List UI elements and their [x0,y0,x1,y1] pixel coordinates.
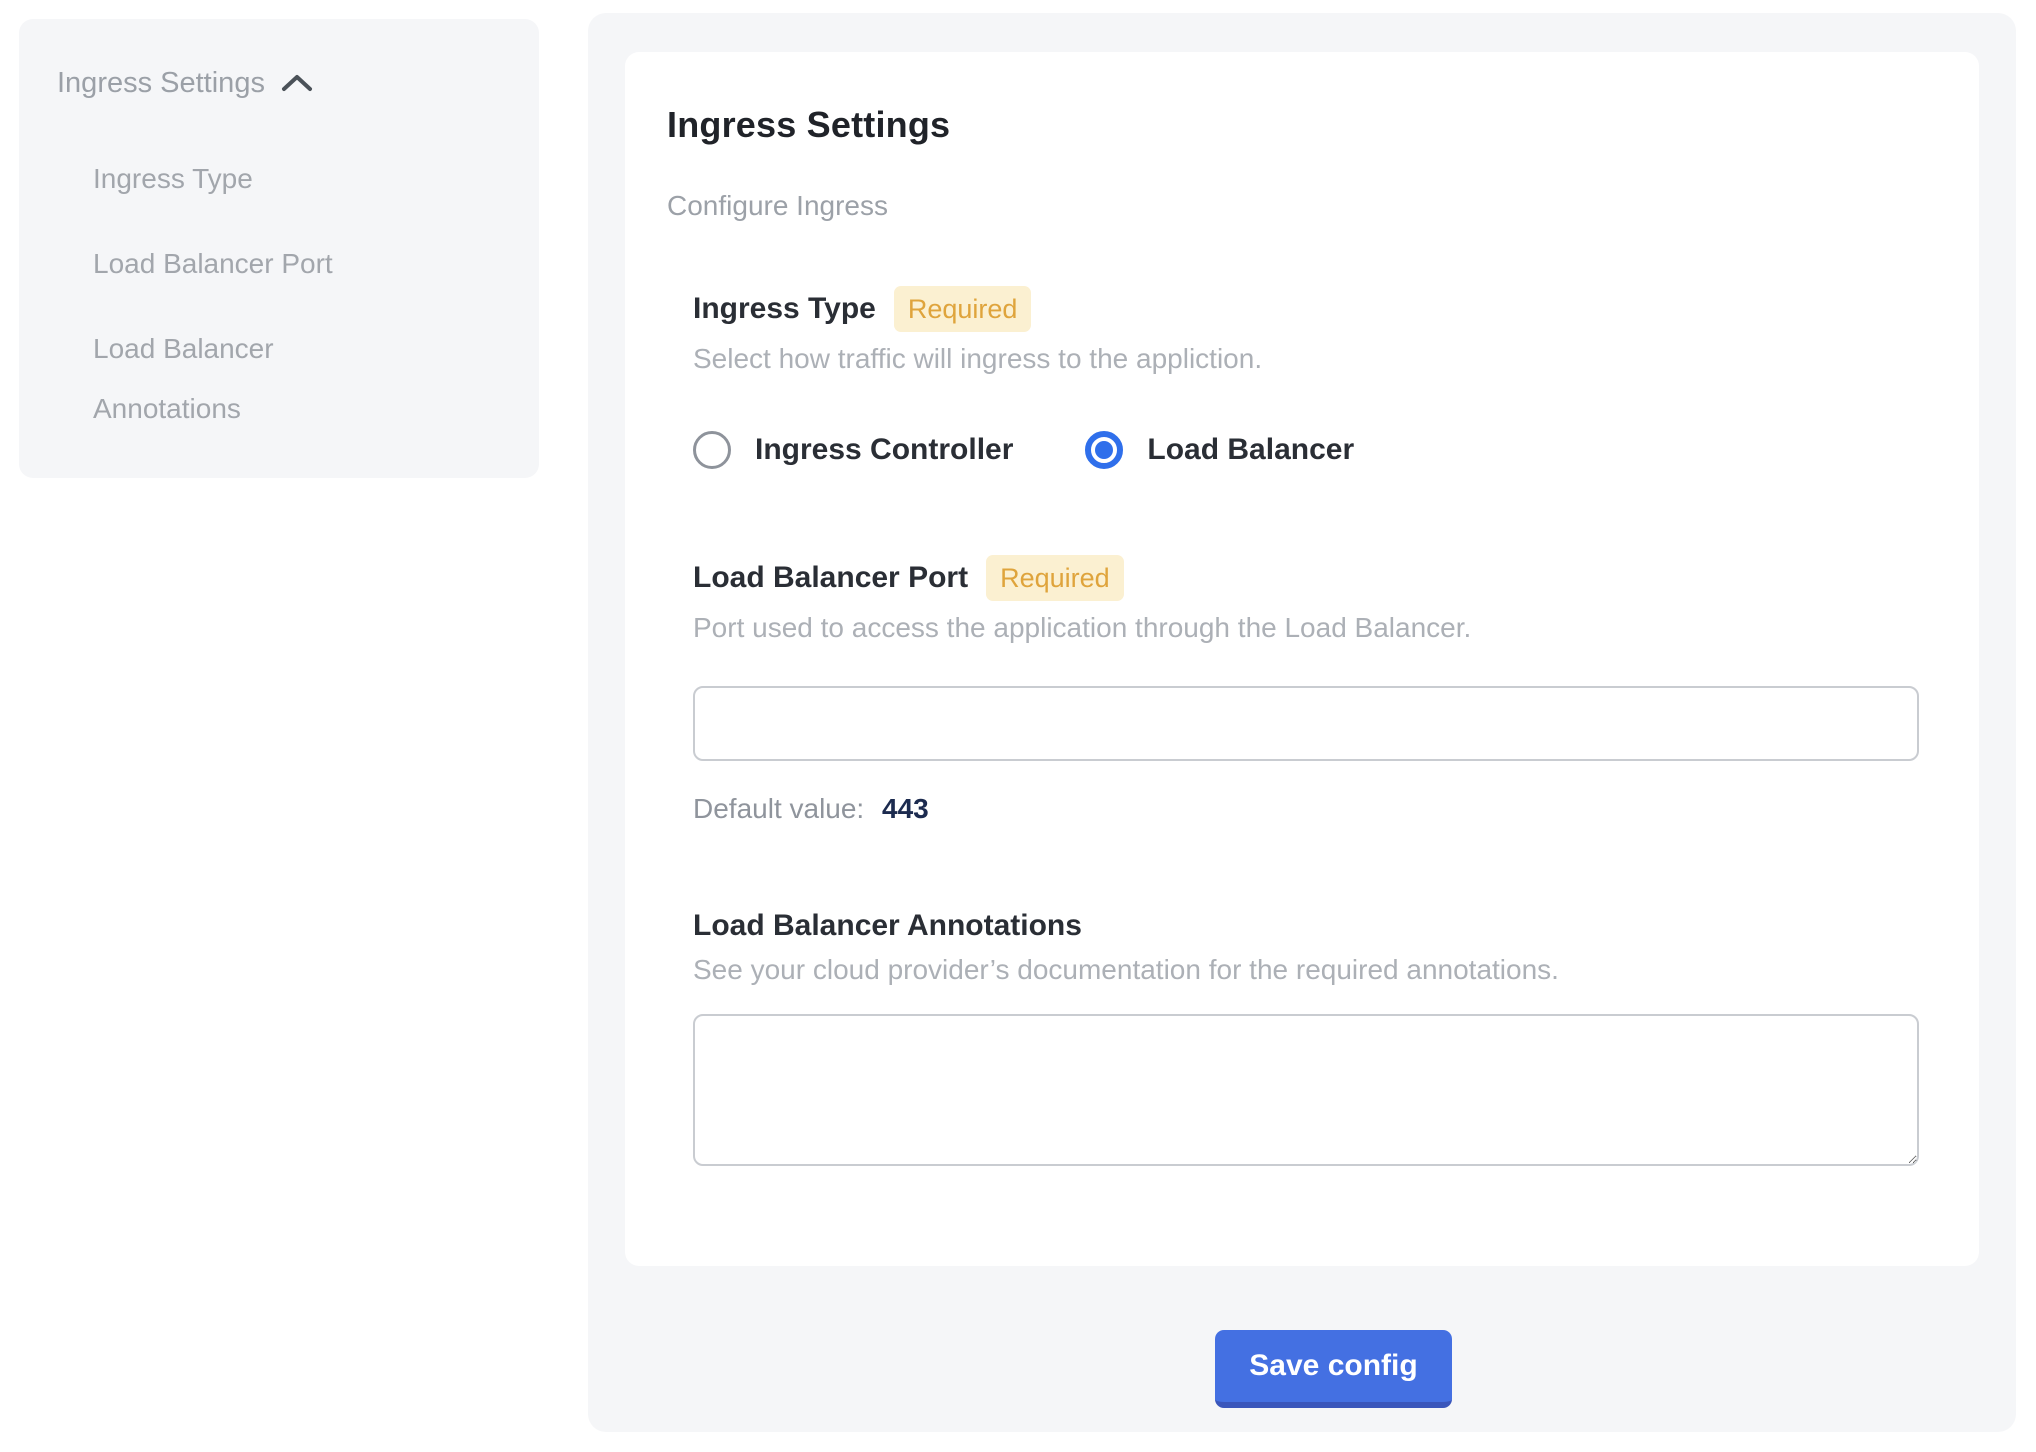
ingress-type-label: Ingress Type [693,292,876,326]
field-load-balancer-port: Load Balancer Port Required Port used to… [693,555,1919,825]
sidebar-group-label: Ingress Settings [57,61,265,105]
ingress-type-radio-group: Ingress Controller Load Balancer [693,431,1919,469]
default-value-number: 443 [882,793,929,824]
required-badge: Required [894,286,1032,332]
load-balancer-annotations-label: Load Balancer Annotations [693,909,1082,943]
required-badge: Required [986,555,1124,601]
radio-icon [1085,431,1123,469]
page-title: Ingress Settings [667,104,1919,146]
load-balancer-port-input[interactable] [693,686,1919,761]
chevron-up-icon [281,72,313,94]
field-ingress-type: Ingress Type Required Select how traffic… [693,286,1919,469]
radio-label: Ingress Controller [755,433,1013,467]
sidebar-item-load-balancer-port[interactable]: Load Balancer Port [93,234,423,294]
sidebar-group-ingress-settings[interactable]: Ingress Settings [57,61,515,105]
ingress-settings-card: Ingress Settings Configure Ingress Ingre… [625,52,1979,1266]
page-subtitle: Configure Ingress [667,190,1919,222]
radio-option-load-balancer[interactable]: Load Balancer [1085,431,1354,469]
load-balancer-port-label: Load Balancer Port [693,561,968,595]
load-balancer-annotations-textarea[interactable] [693,1014,1919,1166]
settings-nav-sidebar: Ingress Settings Ingress Type Load Balan… [19,19,539,478]
radio-icon [693,431,731,469]
sidebar-nav-list: Ingress Type Load Balancer Port Load Bal… [57,149,515,439]
load-balancer-annotations-description: See your cloud provider’s documentation … [693,954,1919,986]
sidebar-item-load-balancer-annotations[interactable]: Load Balancer Annotations [93,319,423,439]
radio-label: Load Balancer [1147,433,1354,467]
default-value-label: Default value: [693,793,864,824]
field-load-balancer-annotations: Load Balancer Annotations See your cloud… [693,909,1919,1166]
radio-option-ingress-controller[interactable]: Ingress Controller [693,431,1013,469]
save-config-button[interactable]: Save config [1215,1330,1452,1408]
settings-panel: Ingress Settings Configure Ingress Ingre… [588,13,2016,1432]
sidebar-item-ingress-type[interactable]: Ingress Type [93,149,423,209]
load-balancer-port-description: Port used to access the application thro… [693,612,1919,644]
ingress-type-description: Select how traffic will ingress to the a… [693,343,1919,375]
default-value-line: Default value: 443 [693,793,1919,825]
